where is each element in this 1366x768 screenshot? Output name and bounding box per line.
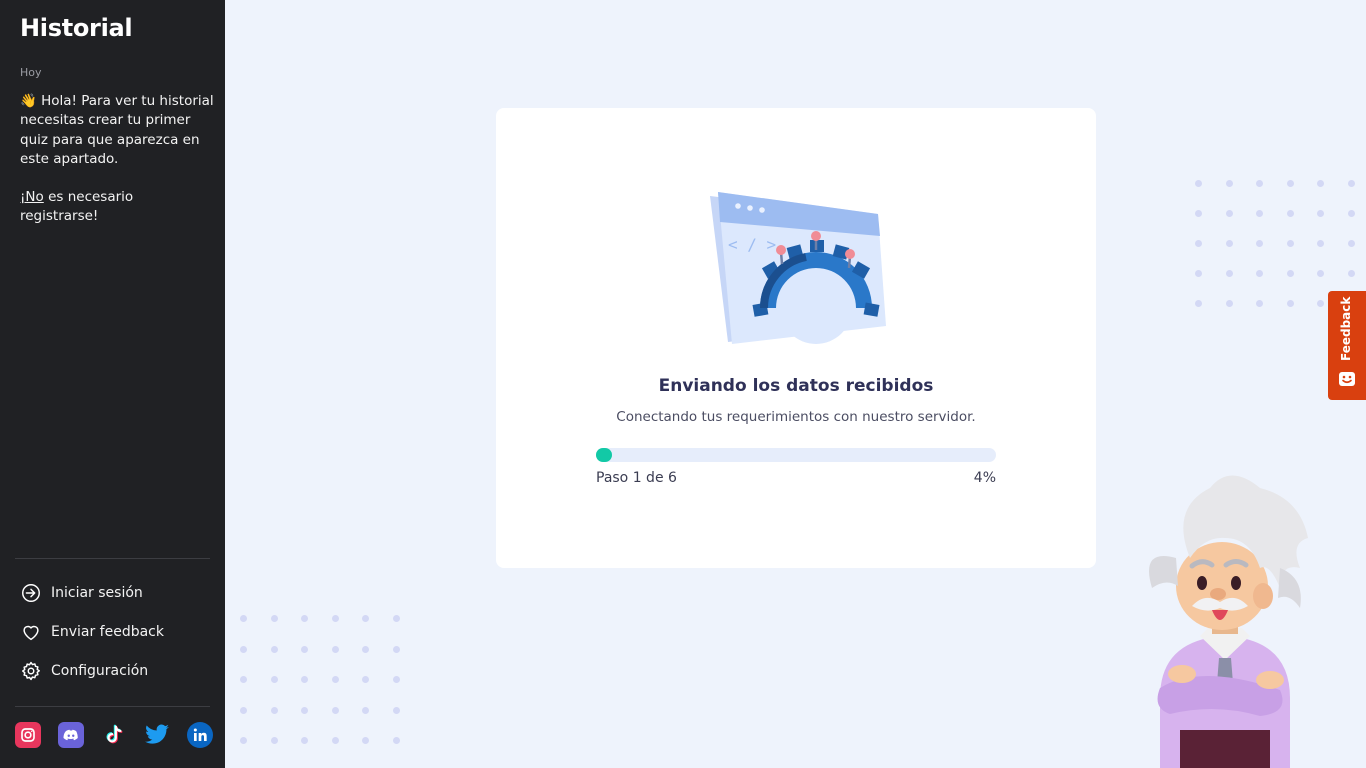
percent-label: 4%	[973, 470, 996, 486]
decorative-dot	[1317, 210, 1324, 217]
decorative-dot	[1256, 180, 1263, 187]
decorative-dot	[362, 737, 369, 744]
decorative-dot	[1195, 210, 1202, 217]
decorative-dot	[1347, 240, 1355, 247]
empty-history-text: 👋 Hola! Para ver tu historial necesitas …	[20, 93, 214, 167]
step-label: Paso 1 de 6	[596, 470, 677, 486]
login-icon	[22, 584, 40, 602]
decorative-dot	[270, 615, 278, 622]
decorative-dot	[1225, 270, 1233, 277]
decorative-dot	[1347, 180, 1355, 187]
decorative-dot	[301, 645, 308, 653]
decorative-dot	[1347, 210, 1355, 217]
no-link[interactable]: ¡No	[20, 189, 44, 205]
browser-gear-illustration: < / >	[710, 192, 886, 344]
decorative-dot	[301, 737, 308, 744]
send-feedback-button[interactable]: Enviar feedback	[20, 619, 210, 645]
decorative-dot	[1286, 180, 1294, 187]
decorative-dot	[301, 676, 308, 683]
decorative-dot	[1225, 180, 1233, 187]
decorative-dot	[1256, 240, 1263, 247]
sidebar-title: Historial	[20, 14, 133, 42]
heart-icon	[23, 625, 39, 641]
login-label: Iniciar sesión	[51, 585, 143, 601]
loading-card: < / > Enviando los datos recibidos Conec…	[496, 108, 1096, 568]
decorative-dot	[240, 645, 247, 653]
decorative-dot	[1195, 240, 1202, 247]
decorative-dot	[392, 737, 400, 744]
decorative-dot	[270, 676, 278, 683]
decorative-dot	[1286, 240, 1294, 247]
decorative-dot	[1317, 240, 1324, 247]
decorative-dot	[362, 706, 369, 714]
decorative-dot	[392, 615, 400, 622]
decorative-dot	[1225, 240, 1233, 247]
decorative-dot	[1256, 210, 1263, 217]
feedback-tab-label: Feedback	[1339, 296, 1353, 361]
decorative-dot	[1195, 180, 1202, 187]
decorative-dot	[240, 706, 247, 714]
sidebar: Historial Hoy 👋 Hola! Para ver tu histor…	[0, 0, 225, 768]
decorative-dot	[362, 645, 369, 653]
loading-subtitle: Conectando tus requerimientos con nuestr…	[616, 409, 976, 425]
decorative-dot	[270, 737, 278, 744]
decorative-dot	[331, 737, 339, 744]
decorative-dot	[301, 615, 308, 622]
decorative-dot	[392, 676, 400, 683]
decorative-dot	[1256, 270, 1263, 277]
discord-icon[interactable]	[58, 722, 84, 748]
empty-history-message: 👋 Hola! Para ver tu historial necesitas …	[20, 92, 215, 227]
decorative-dot	[1317, 180, 1324, 187]
decorative-dot	[1225, 300, 1233, 307]
decorative-dot	[1195, 300, 1202, 307]
decorative-dot	[1317, 300, 1324, 307]
decorative-dot	[331, 676, 339, 683]
decorative-dot	[1347, 270, 1355, 277]
instagram-icon[interactable]	[15, 722, 41, 748]
decorative-dot	[1286, 300, 1294, 307]
decorative-dot	[301, 706, 308, 714]
no-registration-text: ¡No es necesario registrarse!	[20, 189, 134, 225]
decorative-dot	[270, 645, 278, 653]
history-date-label: Hoy	[20, 66, 42, 79]
decorative-dot	[240, 676, 247, 683]
settings-label: Configuración	[51, 663, 149, 679]
decorative-dot	[1256, 300, 1263, 307]
decorative-dot	[1195, 270, 1202, 277]
linkedin-icon[interactable]	[187, 722, 213, 748]
decorative-dot	[331, 645, 339, 653]
sidebar-divider	[15, 558, 210, 559]
decorative-dot	[1286, 270, 1294, 277]
decorative-dot	[1286, 210, 1294, 217]
progress-bar	[596, 448, 996, 462]
send-feedback-label: Enviar feedback	[51, 624, 164, 640]
login-button[interactable]: Iniciar sesión	[20, 580, 210, 606]
decorative-dot	[362, 676, 369, 683]
decorative-dot	[240, 737, 247, 744]
decorative-dot	[331, 615, 339, 622]
sidebar-divider-bottom	[15, 706, 210, 707]
loading-title: Enviando los datos recibidos	[658, 376, 934, 396]
decorative-dot	[392, 645, 400, 653]
dot-pattern-bottom	[240, 615, 405, 750]
decorative-dot	[240, 615, 247, 622]
settings-button[interactable]: Configuración	[20, 658, 210, 684]
twitter-icon[interactable]	[144, 722, 170, 748]
decorative-dot	[1225, 210, 1233, 217]
social-links	[15, 722, 213, 748]
progress-fill	[596, 448, 612, 462]
decorative-dot	[331, 706, 339, 714]
decorative-dot	[392, 706, 400, 714]
decorative-dot	[362, 615, 369, 622]
decorative-dot	[270, 706, 278, 714]
svg-text:< / >: < / >	[728, 235, 776, 254]
feedback-tab-button[interactable]: Feedback	[1328, 291, 1366, 400]
gear-icon	[22, 661, 40, 681]
scientist-character-illustration	[1149, 475, 1308, 768]
decorative-dot	[1317, 270, 1324, 277]
tiktok-icon[interactable]	[101, 722, 127, 748]
feedback-face-icon	[1339, 372, 1355, 386]
